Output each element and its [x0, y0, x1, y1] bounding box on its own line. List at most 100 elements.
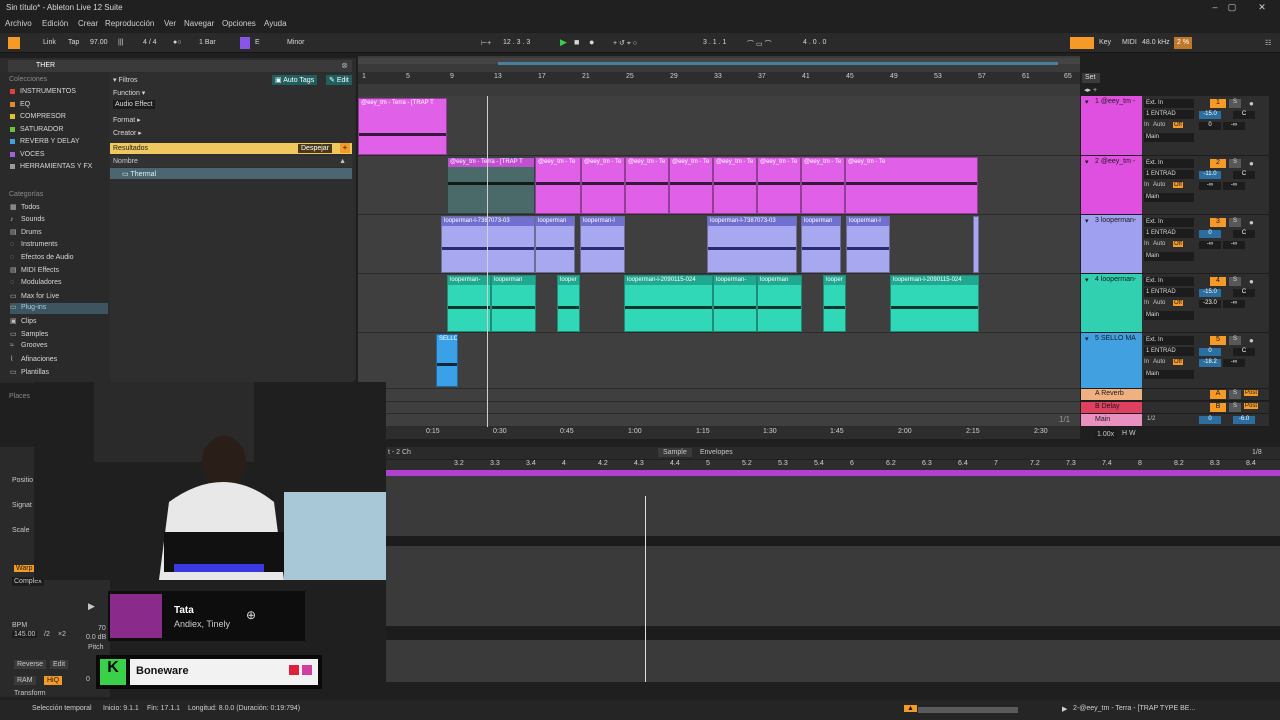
clip[interactable]: looperman [757, 275, 802, 332]
pan-field[interactable]: C [1233, 289, 1255, 297]
category-drums[interactable]: ▤ Drums [10, 228, 108, 239]
fold-icon[interactable]: ▾ [1085, 98, 1089, 106]
filters-toggle[interactable]: ▾ Filtros [113, 76, 138, 84]
track-header-5[interactable]: ▾ 5 SELLO MA Ext. In 1 ENTRAD In Auto Of… [1081, 333, 1269, 389]
lane-track-1[interactable] [358, 96, 1080, 156]
clip[interactable]: looperman-l-2090115-024 [890, 275, 979, 332]
main-volume[interactable]: 0 [1199, 416, 1221, 424]
function-filter[interactable]: Function ▾ [113, 89, 145, 97]
monitor-off[interactable]: Off [1173, 182, 1183, 188]
fold-icon[interactable]: ▾ [1085, 158, 1089, 166]
clip[interactable]: @eey_tm - Te [801, 157, 845, 214]
clip[interactable]: looperman [801, 216, 841, 273]
loop-start[interactable]: 3 . 1 . 1 [700, 37, 729, 49]
detail-ruler[interactable]: 3.2 3.3 3.4 4 4.2 4.3 4.4 5 5.2 5.3 5.4 6 6.2 6.3 6.4 7… [386, 460, 1280, 470]
post-button[interactable]: Post [1244, 403, 1259, 409]
send-b[interactable]: -∞ [1223, 241, 1245, 249]
play-clip-icon[interactable]: ▶ [88, 601, 95, 612]
arm-icon[interactable]: ● [1249, 99, 1254, 108]
clear-search-icon[interactable]: ⊗ [341, 61, 348, 70]
pitch-field[interactable]: 0 [86, 676, 90, 683]
volume-field[interactable]: -11.0 [1199, 171, 1221, 179]
clip[interactable]: looperman-l-7387073-03 [441, 216, 535, 273]
return-b-header[interactable]: B Delay B S Post [1081, 402, 1269, 414]
send-b[interactable]: -∞ [1223, 359, 1245, 367]
hiq-button[interactable]: HiQ [44, 676, 63, 685]
zoom-field[interactable]: 1.00x [1094, 430, 1118, 439]
arm-icon[interactable]: ● [1249, 336, 1254, 345]
track-header-1[interactable]: ▾ 1 @eey_tm - Ext. In 1 ENTRAD In Auto O… [1081, 96, 1269, 156]
track-name[interactable]: 3 looperman- [1095, 217, 1136, 224]
track-activator[interactable]: 4 [1210, 277, 1226, 286]
category-max-for-live[interactable]: ▭ Max for Live [10, 292, 108, 303]
link-button[interactable]: Link [40, 37, 59, 49]
maximize-icon[interactable]: ▢ [1222, 2, 1242, 14]
main-header[interactable]: Main 1/2 0 -6.0 [1081, 414, 1269, 427]
monitor-in[interactable]: In [1144, 182, 1149, 188]
category-sounds[interactable]: ♪ Sounds [10, 216, 108, 227]
input-channel[interactable]: 1 ENTRAD [1144, 229, 1194, 238]
clip[interactable]: looperman [491, 275, 536, 332]
tab-envelopes[interactable]: Envelopes [700, 449, 733, 456]
category-templates[interactable]: ▭ Plantillas [10, 368, 108, 379]
clip[interactable]: @eey_tm - Te [625, 157, 669, 214]
scale-select[interactable]: Minor [284, 37, 308, 49]
overdub-icon[interactable]: + ↺ ⌖ ○ [610, 37, 640, 49]
view-toggle-icon[interactable] [8, 37, 20, 49]
track-activator[interactable]: 1 [1210, 99, 1226, 108]
track-name[interactable]: 4 looperman- [1095, 276, 1136, 283]
clear-button[interactable]: Despejar [298, 144, 333, 153]
reverse-button[interactable]: Reverse [14, 660, 47, 669]
record-icon[interactable]: ● [586, 35, 597, 47]
lane-main[interactable] [358, 414, 1080, 427]
clip[interactable]: @eey_tm - Te [845, 157, 978, 214]
menu-ver[interactable]: Ver [164, 19, 176, 28]
category-midi-effects[interactable]: ▤ MIDI Effects [10, 266, 108, 277]
monitor-auto[interactable]: Auto [1153, 300, 1165, 306]
clip[interactable]: @eey_tm - Te [713, 157, 757, 214]
result-item[interactable]: ▭ Thermal [110, 168, 352, 179]
function-chip[interactable]: Audio Effect [113, 100, 155, 109]
clip[interactable]: @eey_tm - Terra - [TRAP T [447, 157, 535, 214]
clip[interactable]: SELLO [436, 334, 458, 387]
volume-field[interactable]: 0 [1199, 230, 1221, 238]
input-type[interactable]: Ext. In [1144, 99, 1194, 108]
fold-icon[interactable]: ▾ [1085, 335, 1089, 343]
input-type[interactable]: Ext. In [1144, 159, 1194, 168]
input-type[interactable]: Ext. In [1144, 277, 1194, 286]
monitor-auto[interactable]: Auto [1153, 241, 1165, 247]
category-modulators[interactable]: ◌ Moduladores [10, 279, 108, 290]
output[interactable]: Main [1144, 133, 1194, 142]
pan-field[interactable]: C [1233, 171, 1255, 179]
send-a[interactable]: 0 [1199, 122, 1221, 130]
monitor-off[interactable]: Off [1173, 122, 1183, 128]
input-channel[interactable]: 1 ENTRAD [1144, 288, 1194, 297]
ram-button[interactable]: RAM [14, 676, 36, 685]
computer-midi-icon[interactable]: ☷ [1262, 37, 1274, 49]
clip[interactable]: @eey_tm - Terra - [TRAP T [358, 98, 447, 155]
track-activator[interactable]: 2 [1210, 159, 1226, 168]
main-peak[interactable]: -6.0 [1233, 416, 1255, 424]
clip[interactable]: @eey_tm - Te [535, 157, 581, 214]
category-instruments[interactable]: ◌ Instruments [10, 241, 108, 252]
return-a-header[interactable]: A Reverb A S Post [1081, 389, 1269, 401]
hw-buttons[interactable]: H W [1122, 430, 1136, 437]
collection-herramientas[interactable]: HERRAMIENTAS Y FX [10, 163, 92, 174]
output[interactable]: Main [1144, 311, 1194, 320]
main-ratio[interactable]: 1/2 [1147, 416, 1155, 422]
lane-track-5[interactable] [358, 333, 1080, 389]
solo-button[interactable]: S [1229, 390, 1241, 399]
menu-crear[interactable]: Crear [78, 19, 98, 28]
clip[interactable]: @eey_tm - Te [581, 157, 625, 214]
gain-field[interactable]: 0.0 dB [86, 634, 106, 641]
clip[interactable]: looperman- [713, 275, 757, 332]
lane-return-b[interactable] [358, 402, 1080, 414]
fold-icon[interactable]: ▾ [1085, 276, 1089, 284]
category-grooves[interactable]: ≈ Grooves [10, 342, 108, 353]
input-type[interactable]: Ext. In [1144, 336, 1194, 345]
loop-length[interactable]: 4 . 0 . 0 [800, 37, 829, 49]
menu-archivo[interactable]: Archivo [5, 19, 32, 28]
category-plug-ins[interactable]: ▭ Plug-ins [10, 303, 108, 314]
send-a[interactable]: -∞ [1199, 182, 1221, 190]
send-a[interactable]: -23.0 [1199, 300, 1221, 308]
